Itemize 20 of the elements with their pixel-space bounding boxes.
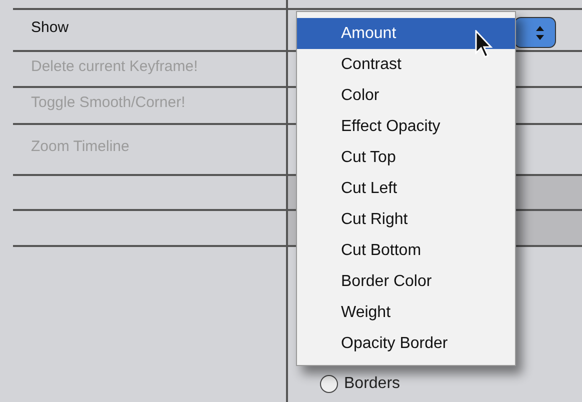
row-label[interactable]: Show xyxy=(31,16,69,40)
popup-stepper[interactable] xyxy=(514,17,556,48)
radio-label: Borders xyxy=(344,374,400,394)
row-label: Delete current Keyframe! xyxy=(31,56,198,77)
menu-item[interactable]: Cut Left xyxy=(297,173,515,204)
menu-item[interactable]: Border Color xyxy=(297,266,515,297)
menu-item[interactable]: Cut Top xyxy=(297,142,515,173)
menu-item[interactable]: Effect Opacity xyxy=(297,111,515,142)
menu-item[interactable]: Contrast xyxy=(297,49,515,80)
menu-item[interactable]: Weight xyxy=(297,297,515,328)
menu-item[interactable]: Cut Bottom xyxy=(297,235,515,266)
menu-item[interactable]: Opacity Border xyxy=(297,328,515,359)
row-label: Toggle Smooth/Corner! xyxy=(31,93,186,114)
up-down-arrows-icon xyxy=(535,24,545,40)
menu-item[interactable]: Color xyxy=(297,80,515,111)
row-label: Zoom Timeline xyxy=(31,137,130,158)
radio-button[interactable] xyxy=(320,375,338,393)
mouse-pointer-icon xyxy=(474,30,494,60)
menu-item[interactable]: Amount xyxy=(297,18,515,49)
menu-item[interactable]: Cut Right xyxy=(297,204,515,235)
